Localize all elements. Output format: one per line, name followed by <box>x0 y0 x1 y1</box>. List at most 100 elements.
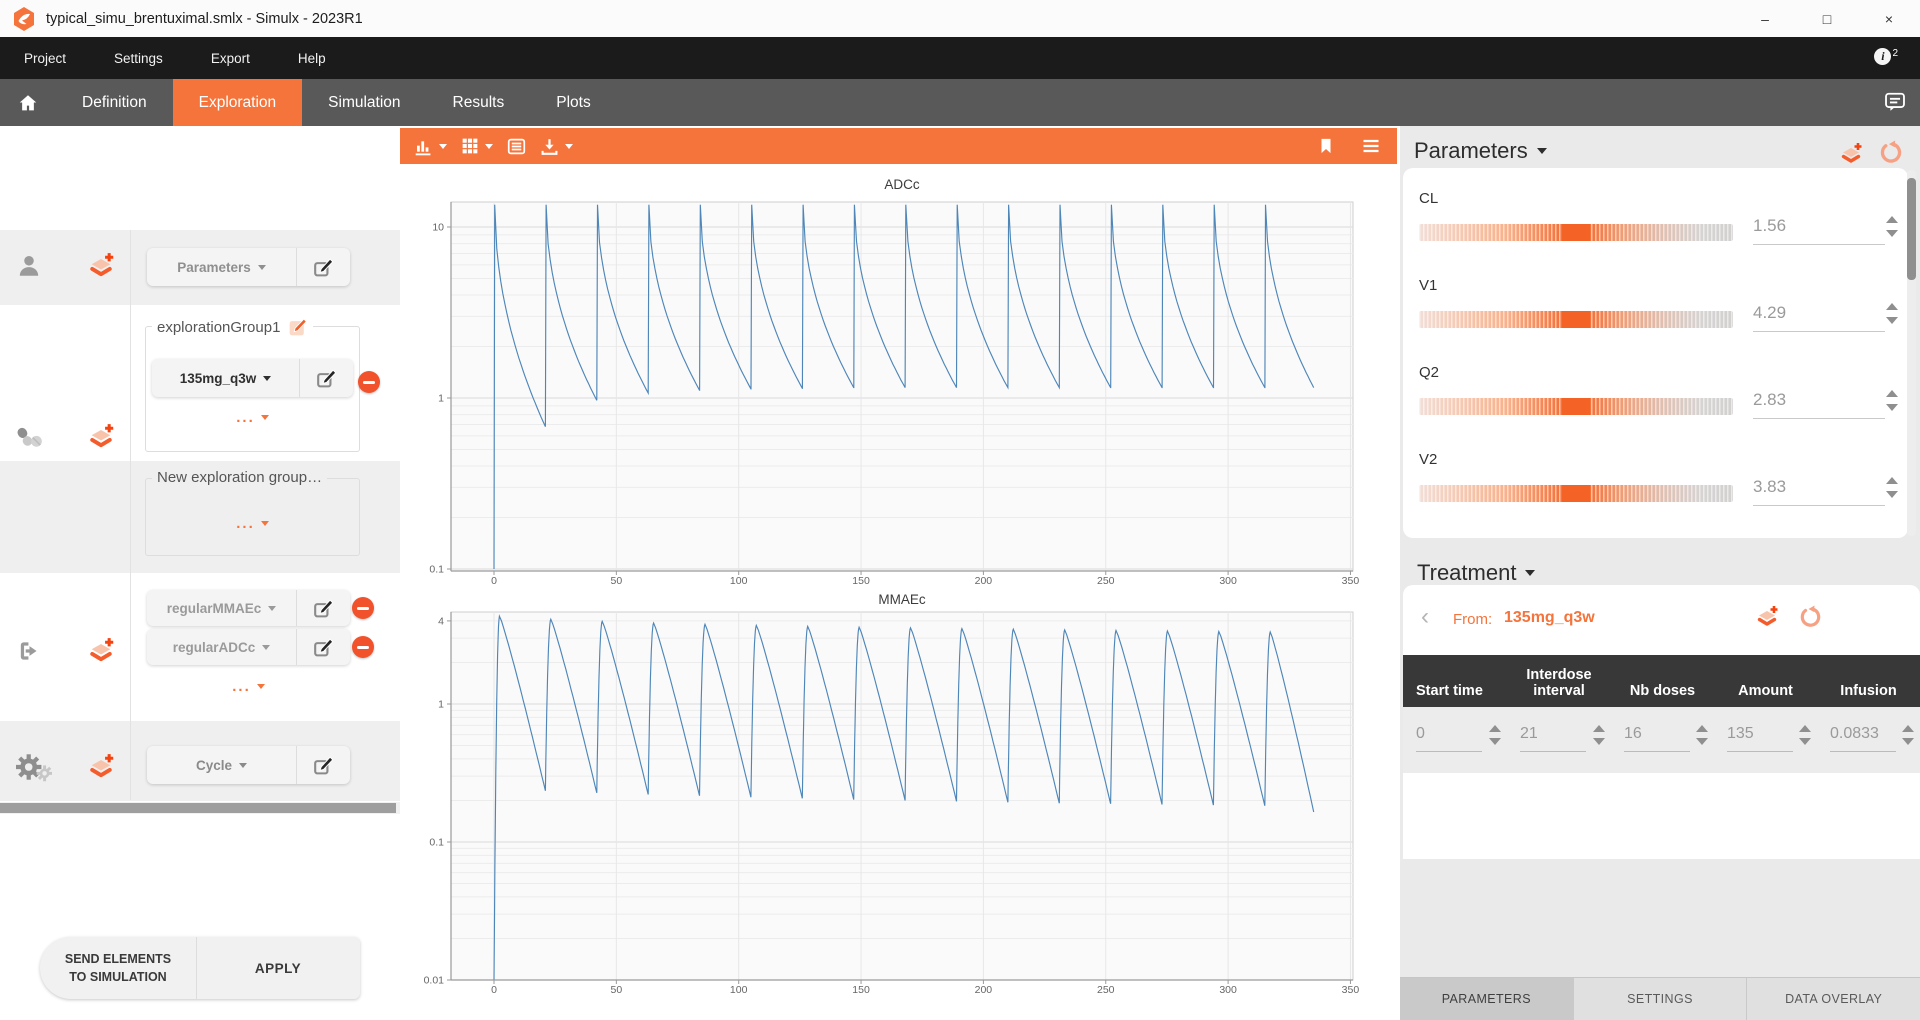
tab-definition[interactable]: Definition <box>56 79 173 126</box>
parameters-section-title[interactable]: Parameters <box>1414 138 1547 164</box>
slider-handle[interactable] <box>1562 311 1590 328</box>
step-up-icon[interactable] <box>1886 390 1898 397</box>
edit-output2-button[interactable] <box>296 629 350 665</box>
edit-output1-button[interactable] <box>296 590 350 626</box>
param-stepper-q2[interactable] <box>1886 390 1898 411</box>
treatment-section-title[interactable]: Treatment <box>1417 560 1535 586</box>
new-group-more-button[interactable]: ... <box>146 515 359 532</box>
close-button[interactable]: × <box>1858 0 1920 37</box>
parameters-dropdown[interactable]: Parameters <box>147 248 296 286</box>
step-down-icon[interactable] <box>1886 404 1898 411</box>
param-slider-v1[interactable] <box>1419 311 1733 328</box>
hamburger-menu-icon[interactable] <box>1361 136 1381 156</box>
home-button[interactable] <box>0 79 56 126</box>
outputs-more-button[interactable]: ... <box>147 678 350 695</box>
group-more-button[interactable]: ... <box>146 409 359 426</box>
comments-button[interactable] <box>1884 91 1906 118</box>
stepper[interactable] <box>1696 725 1708 745</box>
tab-simulation[interactable]: Simulation <box>302 79 426 126</box>
interdose-interval-field[interactable]: 21 <box>1507 707 1611 773</box>
step-down-icon[interactable] <box>1799 738 1811 745</box>
step-up-icon[interactable] <box>1593 725 1605 732</box>
tab-parameters[interactable]: PARAMETERS <box>1400 978 1574 1020</box>
start-time-field[interactable]: 0 <box>1403 707 1507 773</box>
maximize-button[interactable]: □ <box>1796 0 1858 37</box>
menu-help[interactable]: Help <box>274 37 350 79</box>
parameters-scrollbar[interactable] <box>1907 170 1916 536</box>
step-up-icon[interactable] <box>1902 725 1914 732</box>
step-down-icon[interactable] <box>1886 230 1898 237</box>
add-treatment-icon[interactable] <box>1754 605 1780 629</box>
tab-exploration[interactable]: Exploration <box>173 79 303 126</box>
legend-list-button[interactable] <box>507 137 526 156</box>
covariate-dropdown[interactable]: Cycle <box>147 746 296 784</box>
step-up-icon[interactable] <box>1696 725 1708 732</box>
param-value-field-q2[interactable]: 2.83 <box>1753 390 1885 419</box>
menu-export[interactable]: Export <box>187 37 274 79</box>
slider-handle[interactable] <box>1562 398 1590 415</box>
chevron-left-icon[interactable]: ‹ <box>1421 603 1429 631</box>
bookmark-icon[interactable] <box>1317 136 1335 156</box>
reset-parameters-icon[interactable] <box>1878 140 1903 165</box>
add-layer-icon[interactable] <box>86 753 116 781</box>
stepper[interactable] <box>1489 725 1501 745</box>
step-down-icon[interactable] <box>1886 317 1898 324</box>
send-to-simulation-button[interactable]: SEND ELEMENTS TO SIMULATION <box>40 937 197 999</box>
add-layer-icon[interactable] <box>86 423 116 451</box>
layout-grid-button[interactable] <box>461 137 493 155</box>
apply-button[interactable]: APPLY <box>197 937 359 999</box>
step-up-icon[interactable] <box>1886 303 1898 310</box>
edit-treatment-button[interactable] <box>299 359 353 397</box>
step-down-icon[interactable] <box>1886 491 1898 498</box>
tab-data-overlay[interactable]: DATA OVERLAY <box>1747 978 1920 1020</box>
step-up-icon[interactable] <box>1886 216 1898 223</box>
slider-handle[interactable] <box>1562 485 1590 502</box>
output2-dropdown[interactable]: regularADCc <box>147 629 296 665</box>
edit-parameters-button[interactable] <box>296 248 350 286</box>
scrollbar-thumb[interactable] <box>0 803 396 813</box>
info-badge[interactable]: i 2 <box>1874 48 1898 65</box>
rename-group-icon[interactable] <box>288 317 308 337</box>
tab-results[interactable]: Results <box>427 79 531 126</box>
param-value-field-v1[interactable]: 4.29 <box>1753 303 1885 332</box>
step-up-icon[interactable] <box>1489 725 1501 732</box>
param-slider-q2[interactable] <box>1419 398 1733 415</box>
scrollbar-thumb[interactable] <box>1907 178 1916 280</box>
menu-settings[interactable]: Settings <box>90 37 187 79</box>
step-up-icon[interactable] <box>1886 477 1898 484</box>
step-up-icon[interactable] <box>1799 725 1811 732</box>
add-layer-icon[interactable] <box>86 252 116 280</box>
step-down-icon[interactable] <box>1696 738 1708 745</box>
add-layer-icon[interactable] <box>86 637 116 665</box>
param-value-field-v2[interactable]: 3.83 <box>1753 477 1885 506</box>
tab-settings[interactable]: SETTINGS <box>1574 978 1748 1020</box>
left-horizontal-scrollbar[interactable] <box>0 802 400 814</box>
infusion-field[interactable]: 0.0833 <box>1817 707 1920 773</box>
menu-project[interactable]: Project <box>0 37 90 79</box>
step-down-icon[interactable] <box>1902 738 1914 745</box>
stepper[interactable] <box>1593 725 1605 745</box>
param-slider-v2[interactable] <box>1419 485 1733 502</box>
param-slider-cl[interactable] <box>1419 224 1733 241</box>
step-down-icon[interactable] <box>1489 738 1501 745</box>
nb-doses-field[interactable]: 16 <box>1611 707 1714 773</box>
remove-output1-button[interactable] <box>352 597 374 619</box>
remove-treatment-button[interactable] <box>358 371 380 393</box>
slider-handle[interactable] <box>1562 224 1590 241</box>
export-plot-button[interactable] <box>540 137 573 156</box>
output1-dropdown[interactable]: regularMMAEc <box>147 590 296 626</box>
amount-field[interactable]: 135 <box>1714 707 1817 773</box>
minimize-button[interactable]: – <box>1734 0 1796 37</box>
param-stepper-v1[interactable] <box>1886 303 1898 324</box>
param-value-field-cl[interactable]: 1.56 <box>1753 216 1885 245</box>
edit-covariate-button[interactable] <box>296 746 350 784</box>
tab-plots[interactable]: Plots <box>530 79 616 126</box>
param-stepper-cl[interactable] <box>1886 216 1898 237</box>
step-down-icon[interactable] <box>1593 738 1605 745</box>
param-stepper-v2[interactable] <box>1886 477 1898 498</box>
reset-treatment-icon[interactable] <box>1798 605 1822 629</box>
stepper[interactable] <box>1799 725 1811 745</box>
stepper[interactable] <box>1902 725 1914 745</box>
add-parameter-set-icon[interactable] <box>1838 142 1864 166</box>
plot-type-button[interactable] <box>414 137 447 156</box>
